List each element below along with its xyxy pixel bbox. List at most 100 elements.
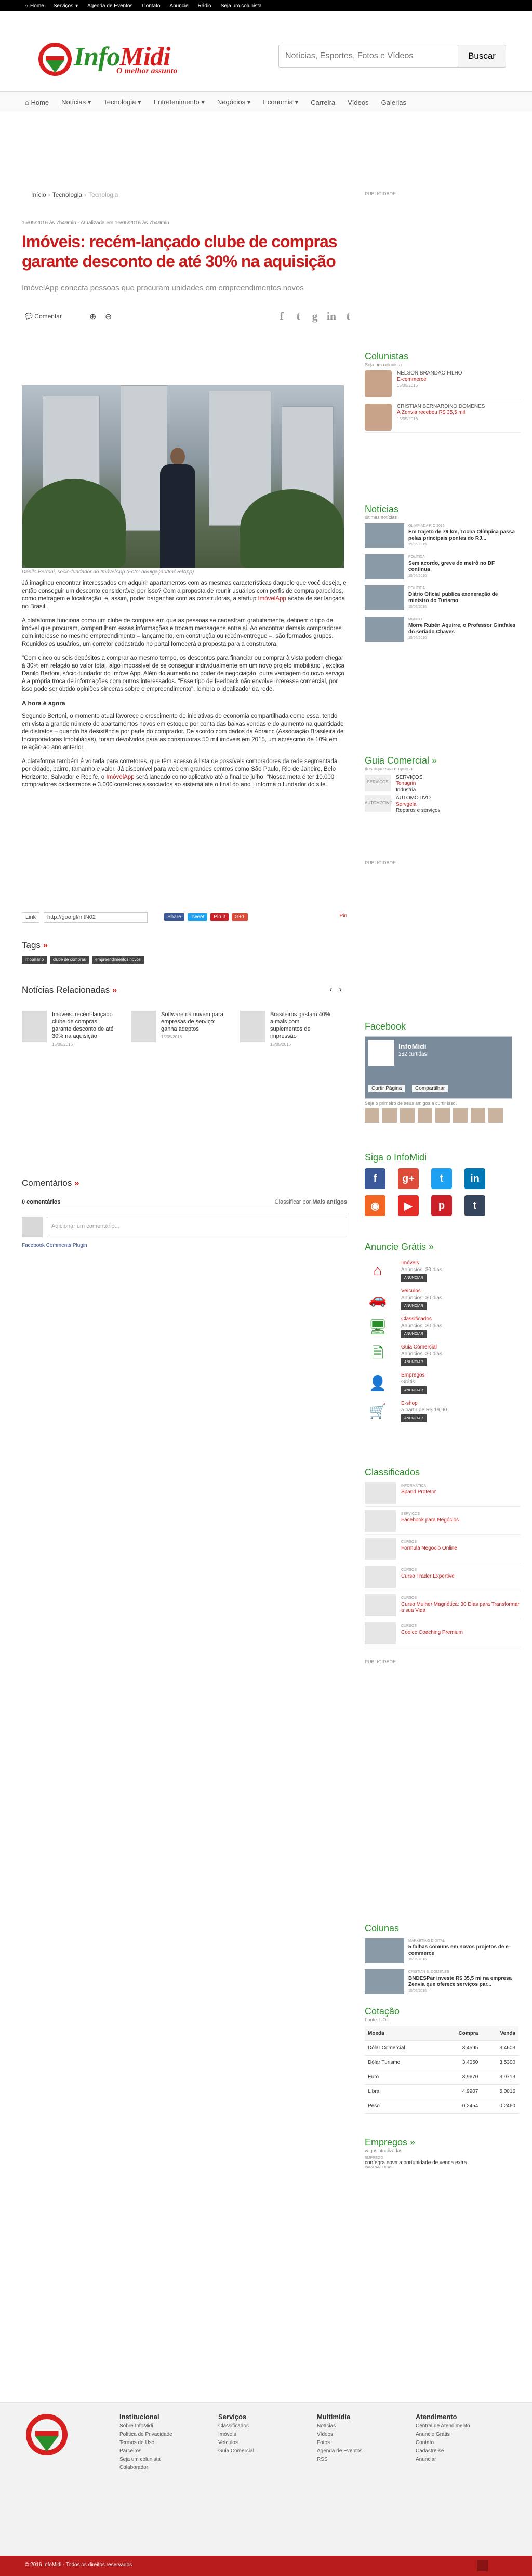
nav-item[interactable]: Entretenimento ▾ bbox=[154, 98, 205, 106]
google-plus-icon[interactable]: g+ bbox=[398, 1168, 419, 1189]
twitter-icon[interactable]: t bbox=[431, 1168, 452, 1189]
anuncie-item[interactable]: 🗎 Guia Comercial Anúncios: 30 dias ANUNCIAR bbox=[365, 1344, 521, 1372]
comment-button[interactable]: 💬 Comentar bbox=[25, 313, 62, 320]
topbar-item[interactable]: Seja um colunista bbox=[221, 3, 262, 9]
search-input[interactable] bbox=[278, 45, 458, 68]
tumblr-icon[interactable]: t bbox=[464, 1195, 485, 1216]
topbar-item[interactable]: Rádio bbox=[198, 3, 211, 9]
footer-link[interactable]: Anunciar bbox=[416, 2455, 499, 2464]
footer-logo-icon[interactable] bbox=[26, 2414, 68, 2455]
breadcrumb-home[interactable]: Início bbox=[31, 191, 46, 198]
footer-link[interactable]: Vídeos bbox=[317, 2431, 400, 2439]
imovelapp-link[interactable]: ImóvelApp bbox=[258, 596, 286, 602]
nav-item[interactable]: Negócios ▾ bbox=[217, 98, 250, 106]
empregos-item[interactable]: confegra nova a portunidade de venda ext… bbox=[365, 2160, 521, 2166]
tweet-button[interactable]: Tweet bbox=[187, 913, 208, 921]
footer-link[interactable]: Guia Comercial bbox=[218, 2447, 301, 2455]
google-plus-button[interactable]: G+1 bbox=[231, 913, 248, 921]
footer-link[interactable]: RSS bbox=[317, 2455, 400, 2464]
footer-link[interactable]: Imóveis bbox=[218, 2431, 301, 2439]
search-button[interactable]: Buscar bbox=[458, 45, 506, 68]
footer-link[interactable]: Cadastre-se bbox=[416, 2447, 499, 2455]
zoom-in-icon[interactable]: ⊕ bbox=[89, 312, 96, 322]
nav-item[interactable]: Vídeos bbox=[348, 99, 368, 106]
nav-item[interactable]: Galerias bbox=[381, 99, 406, 106]
news-item[interactable]: POLÍTICA Diário Oficial publica exoneraçã… bbox=[365, 585, 521, 615]
colunistas-sub[interactable]: Seja um colunista bbox=[365, 362, 521, 367]
twitter-share-icon[interactable]: t bbox=[292, 310, 304, 323]
footer-link[interactable]: Contato bbox=[416, 2439, 499, 2447]
topbar-item[interactable]: ⌂ Home bbox=[25, 3, 44, 9]
comment-input[interactable]: Adicionar um comentário... bbox=[47, 1217, 347, 1237]
coluna-item[interactable]: CRISTIAN B. DOMENES BNDESPar investe R$ 3… bbox=[365, 1969, 521, 1998]
agency-logo-icon[interactable] bbox=[477, 2560, 488, 2571]
footer-link[interactable]: Classificados bbox=[218, 2422, 301, 2431]
anunciar-button[interactable]: ANUNCIAR bbox=[401, 1358, 427, 1366]
chevron-left-icon[interactable]: ‹ bbox=[329, 985, 332, 994]
nav-item[interactable]: ⌂ Home bbox=[25, 99, 49, 106]
footer-link[interactable]: Veículos bbox=[218, 2439, 301, 2447]
anuncie-item[interactable]: 🛒 E-shop a partir de R$ 19,90 ANUNCIAR bbox=[365, 1400, 521, 1428]
anuncie-item[interactable]: 🖥 Classificados Anúncios: 30 dias ANUNCIAR bbox=[365, 1316, 521, 1344]
breadcrumb-section[interactable]: Tecnologia bbox=[52, 191, 82, 198]
news-item[interactable]: MUNDO Morre Rubén Aguirre, o Professor Gi… bbox=[365, 617, 521, 646]
anunciar-button[interactable]: ANUNCIAR bbox=[401, 1330, 427, 1338]
topbar-item[interactable]: Agenda de Eventos bbox=[87, 3, 132, 9]
anuncie-item[interactable]: 🚗 Veículos Anúncios: 30 dias ANUNCIAR bbox=[365, 1288, 521, 1316]
tag-chip[interactable]: imobiliário bbox=[22, 956, 47, 964]
facebook-page-box[interactable]: InfoMidi 282 curtidas Curtir Página Comp… bbox=[365, 1036, 512, 1099]
nav-item[interactable]: Economia ▾ bbox=[263, 98, 298, 106]
classificado-item[interactable]: SERVIÇOS Facebook para Negócios bbox=[365, 1510, 521, 1535]
classificado-item[interactable]: INFORMÁTICA Spand Protetor bbox=[365, 1482, 521, 1507]
topbar-item[interactable]: Contato bbox=[142, 3, 160, 9]
facebook-share-icon[interactable]: f bbox=[275, 310, 288, 323]
zoom-out-icon[interactable]: ⊖ bbox=[105, 312, 112, 322]
nav-item[interactable]: Carreira bbox=[311, 99, 335, 106]
google-plus-share-icon[interactable]: g bbox=[309, 310, 321, 323]
footer-link[interactable]: Sobre InfoMidi bbox=[119, 2422, 203, 2431]
chevron-right-icon[interactable]: › bbox=[339, 985, 342, 994]
pin-button[interactable]: Pin it bbox=[210, 913, 229, 921]
footer-link[interactable]: Política de Privacidade bbox=[119, 2431, 203, 2439]
footer-link[interactable]: Seja um colunista bbox=[119, 2455, 203, 2464]
footer-link[interactable]: Central de Atendimento bbox=[416, 2422, 499, 2431]
tumblr-share-icon[interactable]: t bbox=[342, 310, 354, 323]
footer-link[interactable]: Notícias bbox=[317, 2422, 400, 2431]
short-link-field[interactable]: http://goo.gl/mtN02 bbox=[44, 912, 148, 923]
anunciar-button[interactable]: ANUNCIAR bbox=[401, 1386, 427, 1394]
anunciar-button[interactable]: ANUNCIAR bbox=[401, 1302, 427, 1310]
comments-order[interactable]: Classificar por Mais antigos bbox=[275, 1199, 347, 1205]
nav-item[interactable]: Tecnologia ▾ bbox=[103, 98, 141, 106]
pin-button[interactable]: Pin bbox=[340, 913, 347, 919]
anunciar-button[interactable]: ANUNCIAR bbox=[401, 1274, 427, 1282]
footer-link[interactable]: Colaborador bbox=[119, 2464, 203, 2472]
pinterest-icon[interactable]: p bbox=[431, 1195, 452, 1216]
classificado-item[interactable]: CURSOS Curso Mulher Magnética: 30 Dias pa… bbox=[365, 1594, 521, 1619]
classificado-item[interactable]: CURSOS Formula Negocio Online bbox=[365, 1538, 521, 1563]
topbar-item[interactable]: Anuncie bbox=[169, 3, 188, 9]
footer-link[interactable]: Termos de Uso bbox=[119, 2439, 203, 2447]
facebook-share-button[interactable]: Share bbox=[164, 913, 184, 921]
youtube-icon[interactable]: ▶ bbox=[398, 1195, 419, 1216]
guia-item[interactable]: SERVIÇOS SERVIÇOS Tenagrin Industria bbox=[365, 775, 521, 795]
guia-item[interactable]: AUTOMOTIVO AUTOMOTIVO Servgela Reparos e se… bbox=[365, 795, 521, 816]
rss-icon[interactable]: ◉ bbox=[365, 1195, 385, 1216]
anuncie-item[interactable]: 👤 Empregos Grátis ANUNCIAR bbox=[365, 1372, 521, 1400]
site-logo[interactable]: InfoMidi O melhor assunto bbox=[38, 41, 200, 78]
imovelapp-link[interactable]: ImóvelApp bbox=[106, 774, 134, 780]
colunista-item[interactable]: NELSON BRANDÃO FILHO E-commerce 15/05/2016 bbox=[365, 370, 521, 399]
classificado-item[interactable]: CURSOS Curso Trader Expertive bbox=[365, 1566, 521, 1591]
footer-link[interactable]: Fotos bbox=[317, 2439, 400, 2447]
facebook-comments-plugin[interactable]: Facebook Comments Plugin bbox=[22, 1243, 347, 1248]
footer-link[interactable]: Anuncie Grátis bbox=[416, 2431, 499, 2439]
classificado-item[interactable]: CURSOS Coelce Coaching Premium bbox=[365, 1622, 521, 1647]
tag-chip[interactable]: clube de compras bbox=[50, 956, 89, 964]
linkedin-share-icon[interactable]: in bbox=[325, 310, 338, 323]
news-item[interactable]: POLÍTICA Sem acordo, greve do metrô no DF… bbox=[365, 554, 521, 583]
coluna-item[interactable]: MARKETING DIGITAL 5 falhas comuns em novo… bbox=[365, 1938, 521, 1967]
facebook-icon[interactable]: f bbox=[365, 1168, 385, 1189]
footer-link[interactable]: Parceiros bbox=[119, 2447, 203, 2455]
anunciar-button[interactable]: ANUNCIAR bbox=[401, 1414, 427, 1422]
news-item[interactable]: OLIMPÍADA RIO 2016 Em trajeto de 79 km, T… bbox=[365, 523, 521, 552]
colunista-item[interactable]: CRISTIAN BERNARDINO DOMENES A Zenvia rece… bbox=[365, 404, 521, 433]
